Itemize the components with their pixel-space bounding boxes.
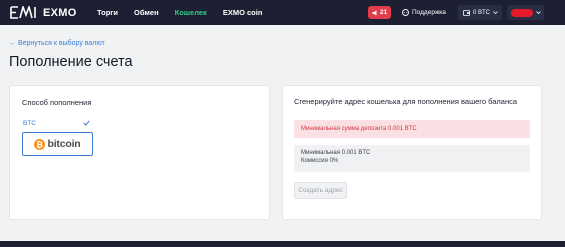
main-navigation: Торги Обмен Кошелек EXMO coin — [97, 0, 278, 25]
create-address-button-label: Создать адрес — [298, 187, 343, 194]
page-title: Пополнение счета — [9, 54, 133, 70]
create-address-button[interactable]: Создать адрес — [294, 182, 347, 199]
logo-text: EXMO — [43, 6, 77, 19]
deposit-method-title: Способ пополнения — [22, 98, 92, 107]
chat-icon — [402, 9, 409, 16]
currency-code: BTC — [23, 120, 36, 127]
commission-info: Комиссия 0% — [301, 157, 339, 164]
min-amount-info: Минимальная 0.001 BTC — [301, 150, 371, 156]
deposit-method-card: Способ пополнения BTC ₿ bitcoin — [9, 85, 270, 220]
exmo-logo-icon — [10, 6, 36, 19]
footer-bar — [0, 241, 565, 247]
wallet-address-card: Сгенерируйте адрес кошелька для пополнен… — [282, 85, 542, 220]
nav-item-wallet[interactable]: Кошелек — [175, 8, 207, 17]
bitcoin-method-option[interactable]: ₿ bitcoin — [22, 132, 93, 156]
user-menu[interactable] — [507, 5, 544, 20]
notifications-button[interactable]: 21 — [368, 6, 391, 19]
support-label: Поддержка — [412, 9, 446, 16]
nav-item-exchange[interactable]: Обмен — [134, 8, 159, 17]
deposit-info-box: Минимальная 0.001 BTC Комиссия 0% — [294, 145, 530, 172]
back-to-currency-link[interactable]: ← Вернуться к выбору валют — [9, 40, 105, 47]
notification-count: 21 — [379, 9, 388, 16]
wallet-address-title: Сгенерируйте адрес кошелька для пополнен… — [294, 97, 518, 106]
nav-item-exmo-coin[interactable]: EXMO coin — [223, 8, 263, 17]
megaphone-icon — [372, 10, 377, 15]
chevron-down-icon — [493, 11, 498, 14]
chevron-down-icon — [536, 11, 541, 14]
balance-value: 0 BTC — [473, 9, 491, 16]
exmo-logo[interactable]: EXMO — [9, 6, 77, 19]
wallet-icon — [463, 9, 470, 16]
nav-item-trading[interactable]: Торги — [97, 8, 118, 17]
bitcoin-logo-icon: ₿ — [34, 138, 46, 150]
balance-dropdown[interactable]: 0 BTC — [458, 5, 502, 20]
checkmark-icon — [83, 120, 90, 126]
min-deposit-alert: Минимальная сумма депозита 0.001 BTC — [294, 120, 530, 138]
user-name-redacted — [511, 8, 533, 17]
svg-text:₿: ₿ — [37, 140, 44, 149]
min-deposit-alert-text: Минимальная сумма депозита 0.001 BTC — [301, 126, 417, 132]
top-navigation-bar: EXMO Торги Обмен Кошелек EXMO coin 21 По… — [0, 0, 565, 25]
bitcoin-label: bitcoin — [47, 138, 81, 150]
support-button[interactable]: Поддержка — [402, 6, 446, 19]
